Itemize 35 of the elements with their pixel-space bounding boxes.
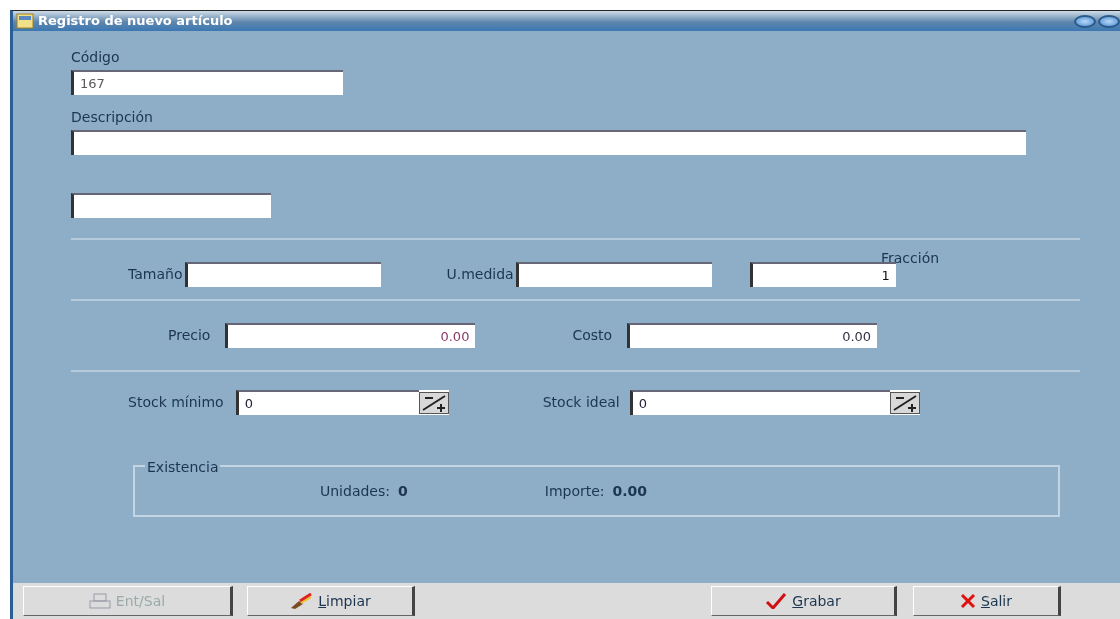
input-field[interactable]: 0.00 [627, 323, 878, 348]
input-field[interactable]: 167 [71, 70, 343, 95]
input-field[interactable] [71, 193, 271, 218]
input-field[interactable] [185, 262, 382, 287]
exit-button[interactable]: Salir [913, 586, 1061, 616]
clear-button[interactable]: Limpiar [247, 586, 415, 616]
field-label: Importe: [544, 482, 605, 501]
broom-icon [289, 592, 314, 610]
field-label: Código [71, 48, 120, 67]
field-label: Stock ideal [542, 393, 620, 412]
window-icon [16, 13, 34, 29]
input-field[interactable] [515, 262, 712, 287]
window-title: Registro de nuevo artículo [38, 12, 233, 31]
field-label: Stock mínimo [128, 393, 224, 412]
field-label: Costo [572, 326, 613, 345]
field-label: Unidades: [320, 482, 390, 501]
printer-icon [88, 593, 111, 609]
field-label: U.medida [446, 265, 514, 284]
input-field[interactable]: 0.00 [225, 323, 476, 348]
close-button[interactable] [1098, 14, 1120, 28]
input-field[interactable]: 1 [749, 262, 896, 287]
close-icon [960, 593, 976, 609]
spinner-icon[interactable] [889, 391, 920, 414]
spinner-icon[interactable] [418, 391, 449, 414]
field-label: Descripción [71, 108, 153, 127]
input-field[interactable] [71, 130, 1026, 155]
save-button[interactable]: Grabar [711, 586, 897, 616]
minimize-button[interactable] [1074, 14, 1096, 28]
checkmark-icon [765, 593, 788, 609]
value-text: 0 [398, 482, 408, 501]
value-text: 0.00 [612, 482, 648, 501]
field-label: Tamaño [128, 265, 183, 284]
spinner-field[interactable]: 0 [235, 390, 449, 415]
spinner-field[interactable]: 0 [629, 390, 920, 415]
field-label: Precio [168, 326, 211, 345]
